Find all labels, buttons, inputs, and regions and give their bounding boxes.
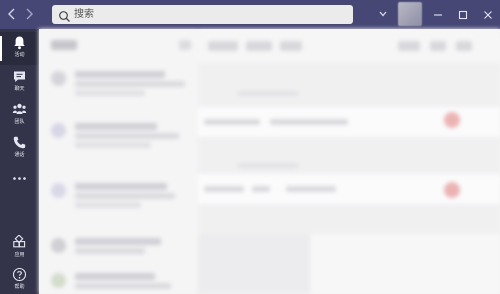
avatar[interactable] xyxy=(398,2,422,26)
activity-feed-list xyxy=(39,29,198,294)
conversation-header xyxy=(198,29,500,63)
close-icon[interactable] xyxy=(481,7,495,21)
rail-item-calls[interactable]: 通话 xyxy=(0,132,39,165)
rail-label: 应用 xyxy=(14,252,25,258)
feed-header xyxy=(51,40,77,50)
search-input[interactable] xyxy=(74,5,344,24)
filter-icon[interactable] xyxy=(179,40,191,50)
compose-area xyxy=(310,234,500,294)
list-item[interactable] xyxy=(47,179,192,229)
forward-arrow-icon[interactable] xyxy=(22,6,36,22)
rail-item-activity[interactable]: 活动 xyxy=(0,32,39,65)
rail-item-chat[interactable]: 聊天 xyxy=(0,66,39,99)
rail-label: 团队 xyxy=(14,119,25,125)
list-item[interactable] xyxy=(47,67,192,111)
chat-icon xyxy=(12,69,27,84)
title-bar xyxy=(0,0,500,29)
rail-item-teams[interactable]: 团队 xyxy=(0,99,39,132)
rail-item-apps[interactable]: 应用 xyxy=(0,232,39,265)
rail-label: 帮助 xyxy=(14,284,25,290)
conversation-pane xyxy=(198,29,500,294)
message-card[interactable] xyxy=(198,107,500,137)
apps-icon xyxy=(12,234,27,250)
maximize-icon[interactable] xyxy=(456,7,470,21)
rail-item-more[interactable] xyxy=(0,165,39,198)
app-rail: 活动 聊天 团队 通话 应用 帮助 xyxy=(0,29,39,294)
phone-icon xyxy=(12,135,27,150)
rail-item-help[interactable]: 帮助 xyxy=(0,264,39,294)
search-box[interactable] xyxy=(52,5,353,24)
bell-icon xyxy=(12,35,27,50)
list-item[interactable] xyxy=(47,119,192,169)
help-icon xyxy=(12,267,27,282)
teams-icon xyxy=(12,102,27,117)
chevron-down-icon[interactable] xyxy=(378,8,388,20)
rail-label: 通话 xyxy=(14,152,25,158)
message-card[interactable] xyxy=(198,174,500,204)
list-item[interactable] xyxy=(47,234,192,262)
minimize-icon[interactable] xyxy=(431,7,445,21)
more-icon xyxy=(12,171,27,186)
list-item[interactable] xyxy=(47,269,192,294)
search-icon xyxy=(58,8,71,22)
compose-area xyxy=(198,234,310,294)
back-arrow-icon[interactable] xyxy=(5,6,19,22)
rail-label: 活动 xyxy=(14,52,25,58)
rail-label: 聊天 xyxy=(14,86,25,92)
